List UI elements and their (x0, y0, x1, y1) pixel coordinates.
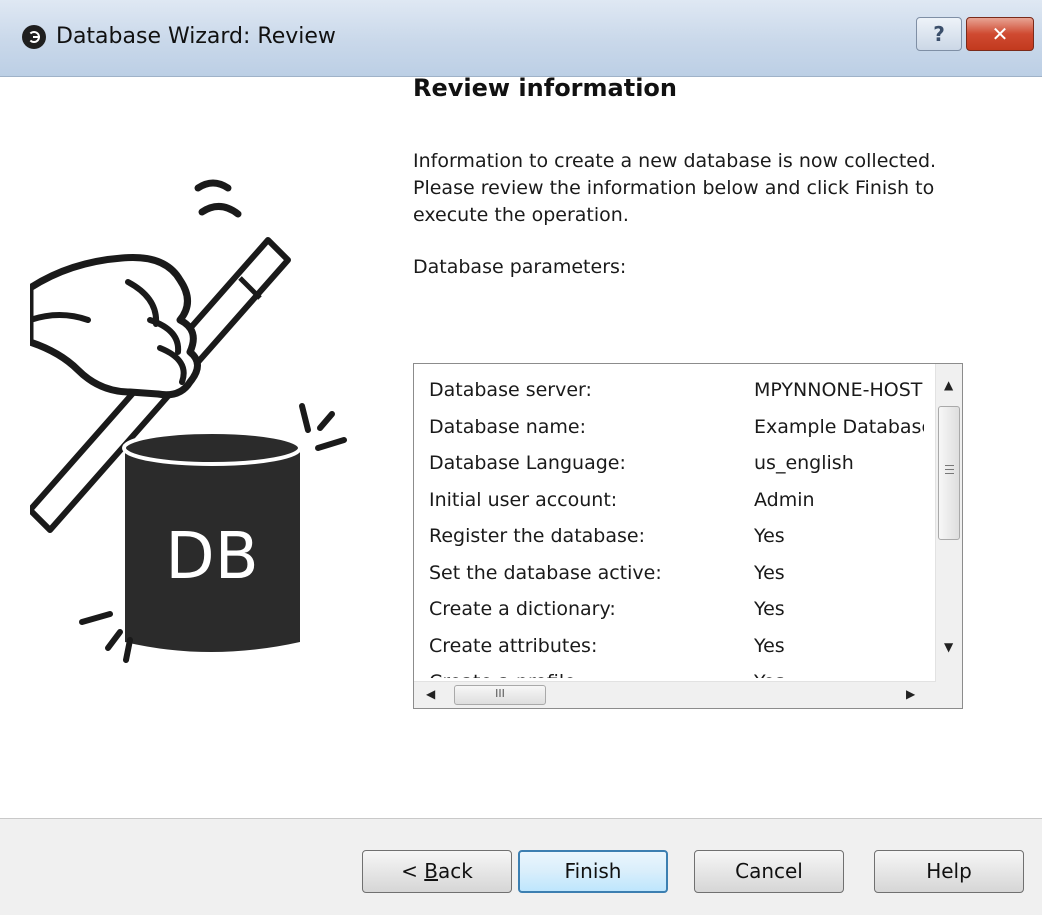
parameter-key: Create a dictionary: (429, 598, 616, 620)
parameter-key: Create a profile: (429, 664, 582, 678)
parameter-row[interactable]: Database Language: us_english (429, 445, 934, 482)
parameter-row[interactable]: Database server: MPYNNONE-HOST (429, 372, 934, 409)
sparkle-mark (299, 403, 311, 433)
parameter-value: Yes (754, 525, 785, 547)
parameter-row[interactable]: Database name: Example Database (429, 409, 934, 446)
vertical-scroll-thumb[interactable] (938, 406, 960, 540)
parameter-row[interactable]: Set the database active: Yes (429, 555, 934, 592)
hand-icon (30, 253, 201, 399)
parameter-row[interactable]: Create attributes: Yes (429, 628, 934, 665)
parameter-value: Yes (754, 598, 785, 620)
horizontal-scrollbar[interactable]: ◀ III ▶ (414, 681, 936, 708)
back-button[interactable]: < Back (362, 850, 512, 893)
close-button[interactable]: ✕ (966, 17, 1034, 51)
app-icon (22, 25, 46, 49)
wizard-illustration: DB (30, 179, 347, 663)
sparkle-mark (315, 437, 347, 451)
parameter-key: Create attributes: (429, 634, 598, 657)
db-label: DB (165, 520, 258, 594)
scroll-right-icon[interactable]: ▶ (906, 687, 915, 701)
help-icon-button[interactable]: ? (916, 17, 962, 51)
scroll-left-icon[interactable]: ◀ (426, 687, 435, 701)
parameter-row[interactable]: Create a profile: Yes (429, 664, 934, 678)
title-bar: Database Wizard: Review ? ✕ (0, 0, 1042, 77)
sparkle-mark (123, 637, 133, 663)
scroll-down-icon[interactable]: ▼ (944, 640, 953, 654)
scrollbar-corner (936, 682, 962, 708)
parameter-key: Register the database: (429, 525, 645, 547)
parameter-row[interactable]: Create a dictionary: Yes (429, 591, 934, 628)
motion-mark (198, 203, 242, 218)
parameter-value: MPYNNONE-HOST (754, 379, 923, 401)
finish-button[interactable]: Finish (518, 850, 668, 893)
parameter-key: Database name: (429, 415, 586, 438)
scroll-up-icon[interactable]: ▲ (944, 378, 953, 392)
back-button-label: ack (438, 859, 473, 883)
parameter-row[interactable]: Register the database: Yes (429, 518, 934, 555)
parameter-key: Database Language: (429, 452, 626, 474)
parameter-value: Admin (754, 488, 815, 511)
parameters-rows: Database server: MPYNNONE-HOST Database na… (429, 372, 934, 678)
parameters-label: Database parameters: (413, 256, 627, 278)
window-title: Database Wizard: Review (56, 24, 336, 49)
sparkle-mark (79, 611, 113, 625)
parameter-key: Set the database active: (429, 561, 662, 584)
back-button-prefix: < (401, 859, 425, 883)
motion-mark (194, 179, 232, 192)
parameter-value: Example Database (754, 415, 924, 438)
sparkle-mark (105, 629, 123, 651)
page-title: Review information (413, 74, 677, 102)
parameter-value: Yes (754, 634, 785, 657)
parameter-value: us_english (754, 452, 854, 474)
horizontal-scroll-thumb[interactable]: III (454, 685, 546, 705)
parameter-value: Yes (754, 561, 785, 584)
back-button-accesskey: B (424, 859, 438, 883)
parameter-row[interactable]: Initial user account: Admin (429, 482, 934, 519)
description-text: Information to create a new database is … (413, 150, 937, 226)
parameter-value: Yes (754, 664, 924, 678)
cancel-button[interactable]: Cancel (694, 850, 844, 893)
parameter-key: Initial user account: (429, 488, 618, 511)
parameter-key: Database server: (429, 379, 592, 401)
sparkle-mark (317, 411, 335, 431)
help-button[interactable]: Help (874, 850, 1024, 893)
parameters-listbox[interactable]: Database server: MPYNNONE-HOST Database na… (413, 363, 963, 709)
vertical-scrollbar[interactable]: ▲ ▼ (935, 364, 962, 682)
